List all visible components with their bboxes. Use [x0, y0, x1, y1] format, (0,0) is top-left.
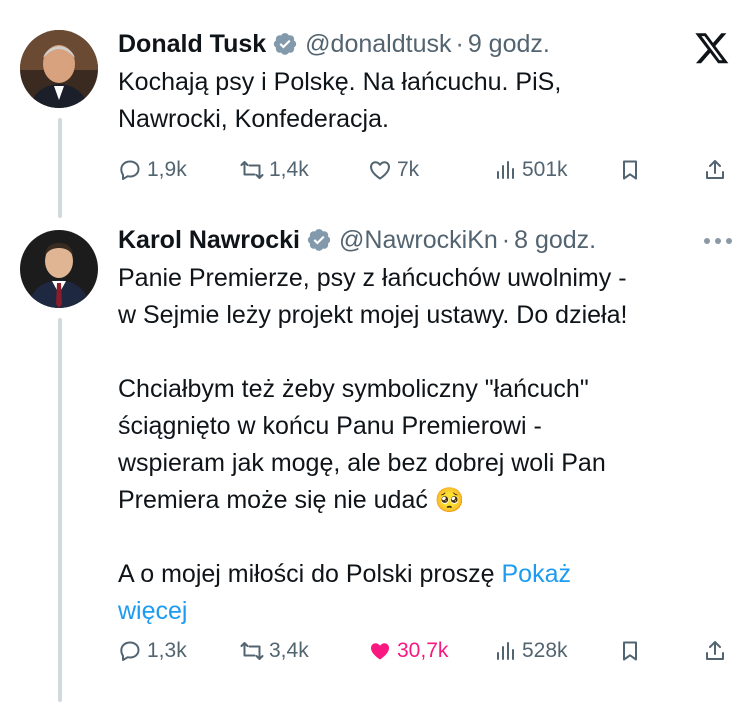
views-count: 501k [522, 158, 568, 181]
thread-connector-line [58, 118, 62, 218]
views-count: 528k [522, 639, 568, 662]
views-icon [497, 161, 514, 179]
separator-dot: · [455, 29, 464, 58]
bookmark-icon [623, 160, 637, 180]
repost-icon [240, 161, 264, 179]
tweet-text-main: Panie Premierze, psy z łańcuchów uwolnim… [118, 264, 628, 514]
tweet-time[interactable]: 8 godz. [514, 226, 596, 255]
like-count: 30,7k [397, 639, 449, 662]
tweet-header: Karol Nawrocki @NawrockiKn · 8 godz. [118, 222, 730, 258]
tweet-header: Donald Tusk @donaldtusk · 9 godz. [118, 26, 730, 62]
tweet-time[interactable]: 9 godz. [468, 30, 550, 59]
repost-count: 3,4k [269, 639, 309, 662]
tweet-1[interactable]: Donald Tusk @donaldtusk · 9 godz. Kochaj… [118, 26, 730, 138]
views-icon [497, 642, 514, 660]
share-icon [706, 641, 724, 660]
reply-count: 1,3k [147, 639, 187, 662]
repost-icon [240, 642, 264, 660]
repost-button[interactable]: 3,4k [240, 639, 309, 663]
like-count: 7k [397, 158, 420, 181]
reply-count: 1,9k [147, 158, 187, 181]
verified-badge-icon [307, 229, 331, 251]
share-button[interactable] [703, 158, 732, 182]
tweet-text-tail: A o mojej miłości do Polski proszę [118, 560, 495, 588]
avatar-donald-tusk[interactable] [20, 30, 98, 108]
views-button[interactable]: 501k [493, 158, 568, 182]
author-handle[interactable]: @NawrockiKn [339, 226, 498, 255]
separator-dot: · [501, 225, 511, 254]
bookmark-button[interactable] [618, 639, 647, 663]
bookmark-button[interactable] [618, 158, 647, 182]
reply-button[interactable]: 1,9k [118, 158, 187, 182]
reply-icon [120, 160, 140, 180]
reply-icon [120, 641, 140, 661]
bookmark-icon [623, 641, 637, 661]
verified-badge-icon [274, 33, 297, 55]
author-name[interactable]: Karol Nawrocki [118, 226, 300, 255]
heart-icon [370, 161, 390, 180]
author-handle[interactable]: @donaldtusk [305, 30, 451, 59]
repost-count: 1,4k [269, 158, 309, 181]
tweet-2[interactable]: Karol Nawrocki @NawrockiKn · 8 godz. Pan… [118, 222, 730, 630]
tweet-text: Panie Premierze, psy z łańcuchów uwolnim… [118, 260, 730, 630]
author-name[interactable]: Donald Tusk [118, 30, 266, 59]
avatar-karol-nawrocki[interactable] [20, 230, 98, 308]
share-button[interactable] [703, 639, 732, 663]
heart-icon [371, 643, 389, 660]
reply-button[interactable]: 1,3k [118, 639, 187, 663]
thread-connector-line [58, 318, 62, 702]
views-button[interactable]: 528k [493, 639, 568, 663]
repost-button[interactable]: 1,4k [240, 158, 309, 182]
tweet-text: Kochają psy i Polskę. Na łańcuchu. PiS, … [118, 68, 562, 133]
like-button[interactable]: 30,7k [368, 639, 448, 663]
share-icon [706, 160, 724, 179]
pleading-face-emoji: 🥺 [434, 487, 465, 514]
like-button[interactable]: 7k [368, 158, 419, 182]
tweet-2-action-bar: 1,3k 3,4k 30,7k 528k [118, 636, 730, 666]
tweet-1-action-bar: 1,9k 1,4k 7k 501k [118, 155, 730, 185]
